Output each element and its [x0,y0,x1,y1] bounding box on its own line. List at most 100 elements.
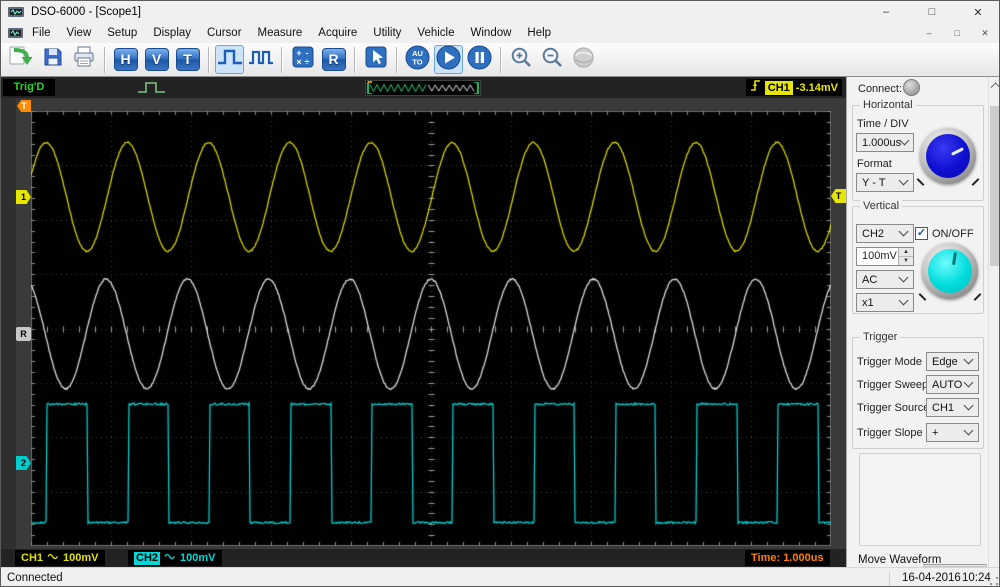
save-button[interactable] [38,45,67,74]
menu-setup[interactable]: Setup [99,25,145,41]
scrollbar-thumb[interactable] [990,106,999,266]
maximize-button[interactable]: □ [909,1,955,23]
trigger-slope-select[interactable]: + [926,423,979,442]
trigger-status-badge: Trig'D [3,79,55,96]
cursor-icon [364,45,388,74]
menu-bar: File View Setup Display Cursor Measure Acquire… [1,23,999,43]
trigger-settings-button[interactable]: T [173,45,202,74]
trigger-edge-icon [750,78,762,98]
run-button[interactable] [434,45,463,74]
zoom-out-button[interactable] [538,45,567,74]
trigger-source-select[interactable]: CH1 [926,398,979,417]
trigger-row-label: Trigger Mode [857,356,923,368]
menu-vehicle[interactable]: Vehicle [409,25,462,41]
menu-acquire[interactable]: Acquire [310,25,365,41]
menu-window[interactable]: Window [463,25,520,41]
time-div-label: Time / DIV [857,118,909,130]
format-select[interactable]: Y - T [856,173,914,192]
select-value: CH1 [932,401,955,414]
scope-area: Trig'D CH1 -3.14mV T 1 R 2 T CH1 100mV C… [1,77,846,567]
single-pulse-button[interactable] [215,45,244,74]
panel-scrollbar[interactable] [988,77,999,567]
coupling-value: AC [862,273,878,286]
math-icon: + - × ÷ [291,45,315,74]
channel-value: CH2 [862,227,885,240]
time-div-select[interactable]: 1.000us [856,133,914,152]
coupling-select[interactable]: AC [856,270,914,289]
trigger-sweep-select[interactable]: AUTO [926,375,979,394]
save-icon [41,45,65,74]
trigger-mode-select[interactable]: Edge [926,352,979,371]
svg-text:÷: ÷ [304,57,309,67]
math-button[interactable]: + - × ÷ [288,45,317,74]
vertical-knob[interactable] [922,243,978,299]
window-title: DSO-6000 - [Scope1] [31,6,141,18]
reference-button[interactable]: R [319,45,348,74]
status-bar: Connected 16-04-2016 10:24 [1,567,999,586]
menu-utility[interactable]: Utility [365,25,409,41]
svg-text:×: × [296,57,301,67]
child-restore-button[interactable]: □ [949,28,965,39]
ref-position-marker[interactable]: R [16,327,31,341]
horizontal-settings-button[interactable]: H [111,45,140,74]
chevron-down-icon [898,272,909,283]
extra-group [859,453,981,546]
menu-display[interactable]: Display [145,25,199,41]
format-value: Y - T [862,176,886,189]
ch1-position-marker[interactable]: 1 [16,190,31,204]
scroll-up-icon[interactable] [989,77,999,92]
app-icon [8,6,25,19]
chevron-down-icon [963,354,974,365]
trigger-settings-button-label: T [175,48,200,71]
record-preview-canvas [366,81,480,95]
pulse-train-button[interactable] [246,45,275,74]
trigger-row-label: Trigger Sweep [857,379,929,391]
child-window-controls: – □ ✕ [921,28,993,39]
resize-grip[interactable] [989,576,999,586]
pause-button[interactable] [465,45,494,74]
record-preview[interactable] [365,80,481,96]
document-icon [8,27,24,40]
trigger-row-label: Trigger Source [857,402,930,414]
play-icon [435,44,462,76]
child-minimize-button[interactable]: – [921,28,937,39]
print-button[interactable] [69,45,98,74]
control-panel: Connect: Horizontal Time / DIV 1.000us F… [846,77,999,567]
probe-value: x1 [862,296,874,309]
toolbar-separator [104,46,105,73]
connect-label: Connect: [858,83,903,95]
menu-view[interactable]: View [59,25,100,41]
trigger-row-label: Trigger Slope [857,427,923,439]
horizontal-knob[interactable] [920,128,976,184]
trigger-position-marker[interactable]: T [17,100,31,112]
vertical-group-title: Vertical [860,200,903,212]
child-close-button[interactable]: ✕ [977,28,993,39]
spinner-down-icon[interactable]: ▼ [899,257,913,265]
volts-div-spinner[interactable]: 100mV ▲ ▼ [856,247,914,266]
menu-measure[interactable]: Measure [250,25,311,41]
vertical-knob-face [928,249,972,293]
menu-help[interactable]: Help [519,25,559,41]
channel-onoff-checkbox[interactable]: ✓ [915,227,928,240]
channel-select[interactable]: CH2 [856,224,914,243]
zoom-in-icon [509,45,534,75]
vertical-settings-button[interactable]: V [142,45,171,74]
onoff-label: ON/OFF [932,228,974,240]
toolbar-separator [500,46,501,73]
probe-select[interactable]: x1 [856,293,914,312]
trigger-level-marker[interactable]: T [831,189,846,203]
menu-cursor[interactable]: Cursor [199,25,250,41]
autoset-button[interactable]: AU TO [403,45,432,74]
connect-device-button[interactable] [569,45,598,74]
scope-display[interactable] [31,111,831,546]
close-button[interactable]: ✕ [955,1,999,23]
menu-file[interactable]: File [24,25,59,41]
open-button[interactable] [7,45,36,74]
menu-items: File View Setup Display Cursor Measure Acquire… [24,25,559,41]
cursor-button[interactable] [361,45,390,74]
chevron-down-icon [899,135,910,146]
zoom-in-button[interactable] [507,45,536,74]
spinner-up-icon[interactable]: ▲ [899,248,913,257]
minimize-button[interactable]: – [863,1,909,23]
ch2-position-marker[interactable]: 2 [16,456,31,470]
